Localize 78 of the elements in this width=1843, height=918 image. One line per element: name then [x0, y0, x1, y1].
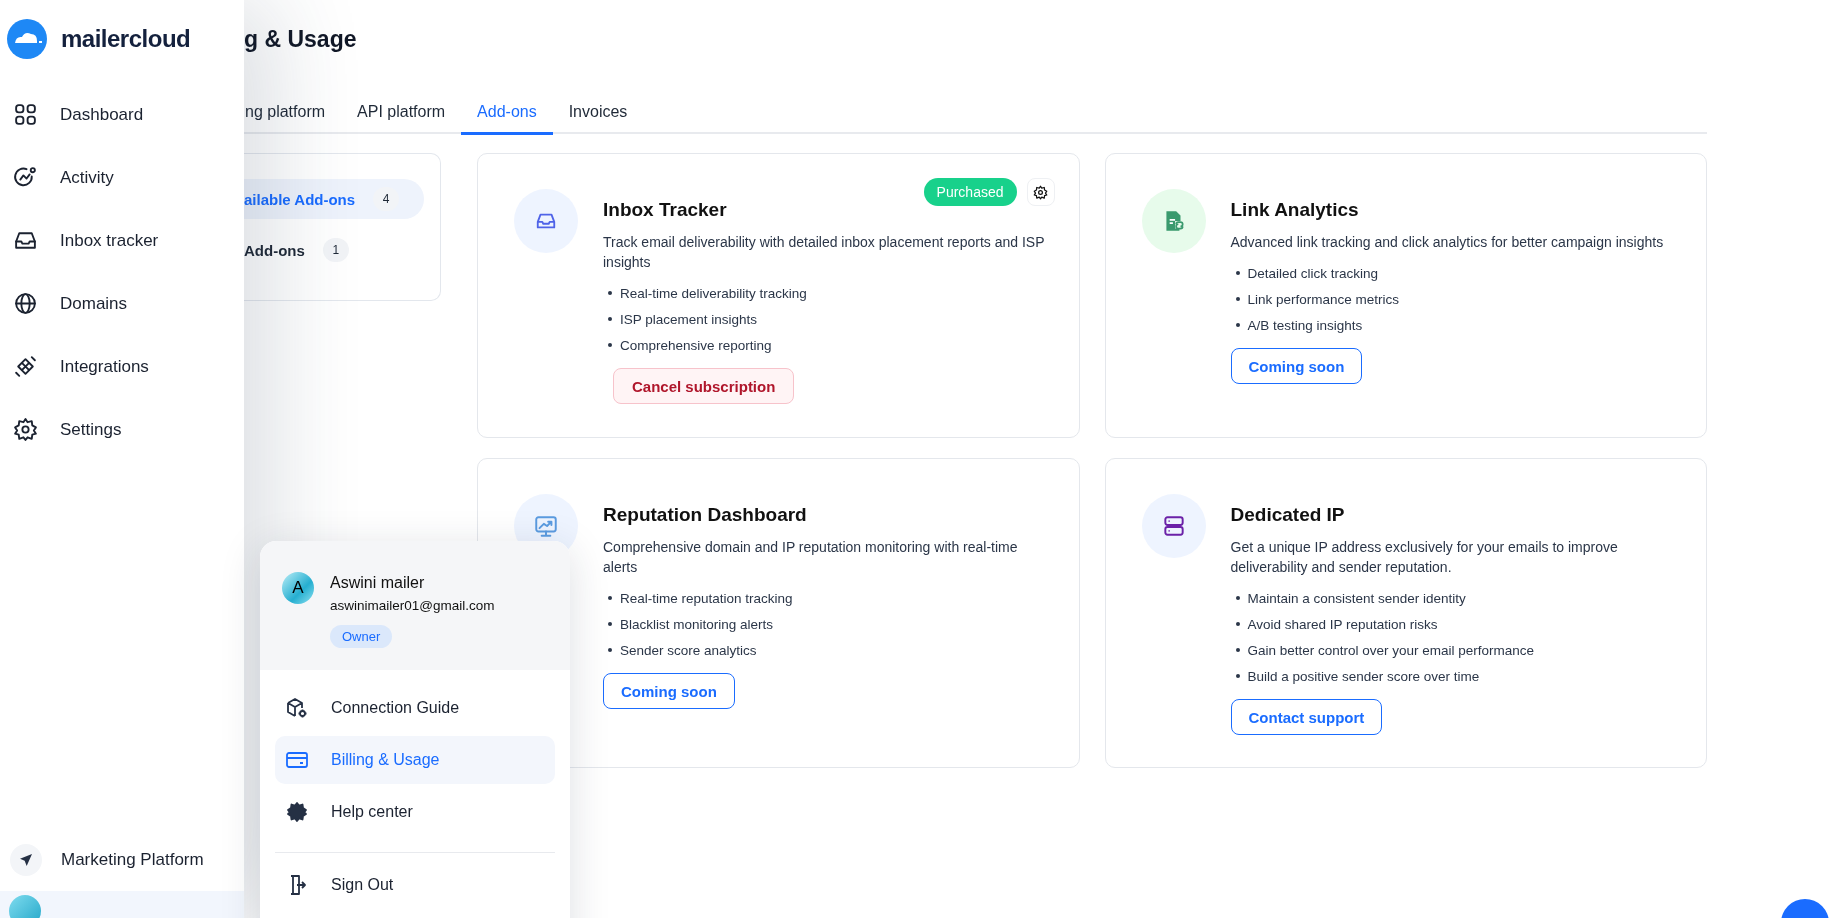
feature-text: Build a positive sender score over time [1247, 668, 1480, 684]
tab[interactable]: API platform [341, 103, 462, 132]
user-avatar: A [282, 572, 314, 604]
paper-plane-icon [10, 843, 42, 876]
tab[interactable]: Invoices [552, 103, 644, 132]
settings-icon [13, 417, 38, 442]
feature-text: Real-time reputation tracking [620, 590, 793, 606]
card-description: Comprehensive domain and IP reputation monitoring with real-time alerts [603, 538, 1019, 577]
feature-text: Blacklist monitoring alerts [620, 616, 774, 632]
card-description: Get a unique IP address exclusively for your emails to improve deliverability and sender reputation. [1230, 538, 1619, 577]
bullet-icon [608, 291, 612, 295]
menu-item[interactable]: Billing & Usage [275, 736, 555, 784]
bullet-icon [608, 648, 612, 652]
bullet-icon [1235, 648, 1240, 652]
bullet-icon [1235, 297, 1240, 301]
count-badge: 1 [322, 238, 349, 262]
tab[interactable]: Add-ons [461, 103, 553, 135]
action-button[interactable]: Contact support [1230, 699, 1383, 735]
card-title: Reputation Dashboard [603, 504, 808, 526]
nav-item[interactable]: Integrations [0, 335, 244, 398]
feature-text: Gain better control over your email performance [1247, 642, 1535, 658]
feature-text: A/B testing insights [1247, 317, 1363, 333]
brand-name: mailercloud [61, 25, 191, 53]
card-title: Link Analytics [1230, 199, 1360, 221]
bullet-icon [1235, 271, 1240, 275]
feature-text: Avoid shared IP reputation risks [1247, 616, 1438, 632]
user-email: aswinimailer01@gmail.com [330, 598, 495, 613]
card-description: Track email deliverability with detailed inbox placement reports and ISP insights [603, 233, 1046, 272]
avatar [9, 895, 41, 918]
bullet-icon [608, 596, 612, 600]
bullet-icon [1235, 674, 1240, 678]
bullet-icon [608, 317, 612, 321]
role-badge: Owner [330, 625, 393, 648]
feature-text: Detailed click tracking [1247, 265, 1379, 281]
status-badge: Purchased [923, 178, 1017, 206]
bullet-icon [608, 343, 612, 347]
tab[interactable]: ng platform [244, 103, 342, 132]
filter-item[interactable]: ailable Add-ons 4 [244, 179, 424, 219]
filter-item[interactable]: Add-ons 1 [244, 230, 424, 270]
feature-text: ISP placement insights [620, 311, 758, 327]
count-badge: 4 [373, 187, 400, 211]
card-title: Inbox Tracker [603, 199, 728, 221]
feature-text: Comprehensive reporting [620, 337, 772, 353]
puzzle-icon [13, 354, 38, 379]
bullet-icon [1235, 622, 1240, 626]
card-description: Advanced link tracking and click analytics for better campaign insights [1230, 233, 1665, 252]
feature-text: Link performance metrics [1247, 291, 1400, 307]
nav-item[interactable]: Inbox tracker [0, 209, 244, 272]
action-button[interactable]: Coming soon [1230, 348, 1363, 384]
page-title: g & Usage [244, 26, 358, 54]
monitor-chart-icon [533, 513, 559, 539]
nav-item[interactable]: Domains [0, 272, 244, 335]
bullet-icon [608, 622, 612, 626]
bullet-icon [1235, 323, 1240, 327]
nav-item[interactable]: Settings [0, 398, 244, 461]
settings-icon [285, 800, 309, 824]
globe-icon [13, 291, 38, 316]
gear-icon [1033, 184, 1048, 200]
cube-gear-icon [285, 696, 309, 720]
user-name: Aswini mailer [330, 574, 426, 592]
action-button[interactable]: Coming soon [603, 673, 735, 709]
bullet-icon [1235, 596, 1240, 600]
cloud-logo-icon [7, 19, 47, 59]
filter-label: Add-ons [244, 241, 305, 259]
settings-button[interactable] [1026, 178, 1055, 206]
menu-item[interactable]: Connection Guide [275, 684, 555, 732]
sign-out-item[interactable]: Sign Out [275, 861, 555, 909]
grid-icon [13, 102, 38, 127]
filter-label: ailable Add-ons [244, 190, 356, 208]
nav-item[interactable]: Dashboard [0, 83, 244, 146]
feature-text: Real-time deliverability tracking [620, 285, 807, 301]
feature-text: Maintain a consistent sender identity [1247, 590, 1466, 606]
card-title: Dedicated IP [1230, 504, 1346, 526]
nav-item[interactable]: Marketing Platform [0, 828, 244, 891]
feature-text: Sender score analytics [620, 642, 757, 658]
action-button[interactable]: Cancel subscription [613, 368, 795, 404]
nav-item[interactable]: Activity [0, 146, 244, 209]
menu-item[interactable]: Help center [275, 788, 555, 836]
